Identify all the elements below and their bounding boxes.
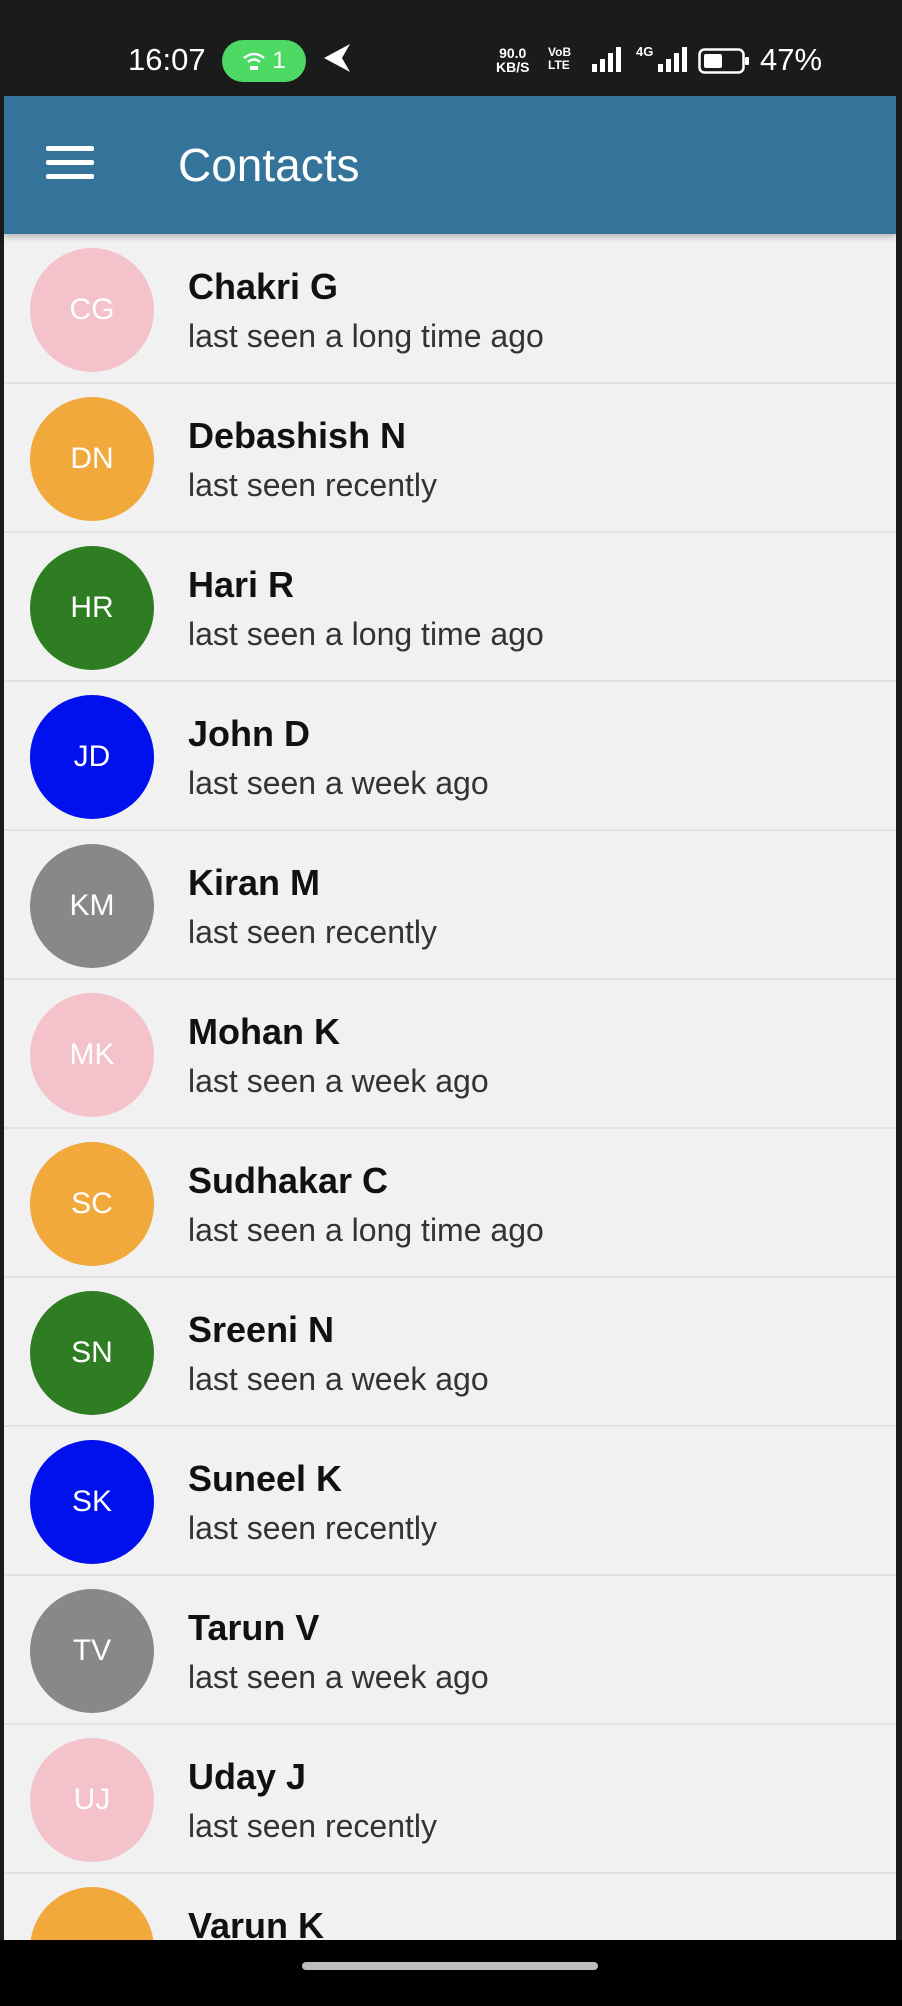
contact-name: Uday J <box>188 1756 307 1797</box>
avatar: SN <box>30 1291 154 1415</box>
avatar-initials: MK <box>69 1038 115 1071</box>
page-title: Contacts <box>178 139 360 191</box>
contact-name: Hari R <box>188 564 295 605</box>
status-bar: 16:07 1 90.0 KB/S VoB LTE 4G 47% <box>0 0 902 96</box>
contact-row[interactable]: SN Sreeni N last seen a week ago <box>4 1277 896 1427</box>
contact-name: Tarun V <box>188 1607 320 1648</box>
avatar: HR <box>30 546 154 670</box>
contact-status: last seen a long time ago <box>188 1212 544 1248</box>
contact-name: Kiran M <box>188 862 321 903</box>
gesture-handle[interactable] <box>302 1962 598 1970</box>
avatar-initials: DN <box>70 442 114 475</box>
avatar: MK <box>30 993 154 1117</box>
battery-percent: 47% <box>760 42 823 77</box>
contact-row[interactable]: CG Chakri G last seen a long time ago <box>4 234 896 384</box>
avatar-initials: HR <box>70 591 114 624</box>
contact-row[interactable]: HR Hari R last seen a long time ago <box>4 532 896 682</box>
app-bar: Contacts <box>4 96 896 234</box>
hamburger-menu-icon[interactable] <box>46 146 94 182</box>
contact-row[interactable]: SC Sudhakar C last seen a long time ago <box>4 1128 896 1278</box>
avatar: SC <box>30 1142 154 1266</box>
avatar-initials: TV <box>72 1634 112 1667</box>
status-time: 16:07 <box>128 42 206 77</box>
contact-row[interactable]: JD John D last seen a week ago <box>4 681 896 831</box>
hotspot-icon <box>243 52 266 70</box>
contact-status: last seen a long time ago <box>188 318 544 354</box>
contact-status: last seen a week ago <box>188 1659 489 1695</box>
contact-row[interactable]: MK Mohan K last seen a week ago <box>4 979 896 1129</box>
contact-name: John D <box>188 713 310 754</box>
avatar-initials: SK <box>71 1485 113 1518</box>
avatar-initials: SN <box>71 1336 113 1369</box>
contact-row[interactable]: UJ Uday J last seen recently <box>4 1724 896 1874</box>
avatar: SK <box>30 1440 154 1564</box>
contact-row[interactable]: Varun K <box>4 1873 896 1940</box>
avatar-initials: SC <box>71 1187 113 1220</box>
volte-indicator: VoB LTE <box>548 45 572 72</box>
contact-name: Sudhakar C <box>188 1160 389 1201</box>
contact-name: Chakri G <box>188 266 339 307</box>
signal-icon <box>592 47 621 72</box>
contact-status: last seen a week ago <box>188 1361 489 1397</box>
contact-row[interactable]: SK Suneel K last seen recently <box>4 1426 896 1576</box>
contact-row[interactable]: TV Tarun V last seen a week ago <box>4 1575 896 1725</box>
contact-status: last seen recently <box>188 1510 438 1546</box>
contact-name: Mohan K <box>188 1011 340 1052</box>
contact-status: last seen recently <box>188 914 438 950</box>
contact-name: Suneel K <box>188 1458 343 1499</box>
contact-row[interactable]: KM Kiran M last seen recently <box>4 830 896 980</box>
contact-status: last seen recently <box>188 1808 438 1844</box>
contact-row[interactable]: DN Debashish N last seen recently <box>4 383 896 533</box>
network-type: 4G <box>636 44 654 59</box>
network-speed: 90.0 KB/S <box>496 45 530 75</box>
avatar: KM <box>30 844 154 968</box>
avatar: UJ <box>30 1738 154 1862</box>
contact-list[interactable]: CG Chakri G last seen a long time ago DN… <box>4 234 896 1940</box>
contact-name: Debashish N <box>188 415 407 456</box>
avatar-initials: UJ <box>73 1783 111 1816</box>
send-arrow-icon <box>324 44 350 72</box>
avatar: CG <box>30 248 154 372</box>
avatar: JD <box>30 695 154 819</box>
signal-icon-2 <box>658 47 687 72</box>
hotspot-badge: 1 <box>222 40 306 82</box>
avatar <box>30 1887 154 1940</box>
contact-name: Varun K <box>188 1905 325 1940</box>
battery-icon <box>698 48 749 74</box>
avatar-initials: CG <box>69 293 115 326</box>
contact-status: last seen a week ago <box>188 1063 489 1099</box>
contact-status: last seen recently <box>188 467 438 503</box>
avatar: DN <box>30 397 154 521</box>
contact-name: Sreeni N <box>188 1309 335 1350</box>
avatar-initials: KM <box>69 889 115 922</box>
avatar: TV <box>30 1589 154 1713</box>
avatar-initials: JD <box>73 740 111 773</box>
contact-status: last seen a week ago <box>188 765 489 801</box>
contact-status: last seen a long time ago <box>188 616 544 652</box>
navigation-bar <box>0 1940 902 2006</box>
hotspot-count: 1 <box>272 47 286 74</box>
